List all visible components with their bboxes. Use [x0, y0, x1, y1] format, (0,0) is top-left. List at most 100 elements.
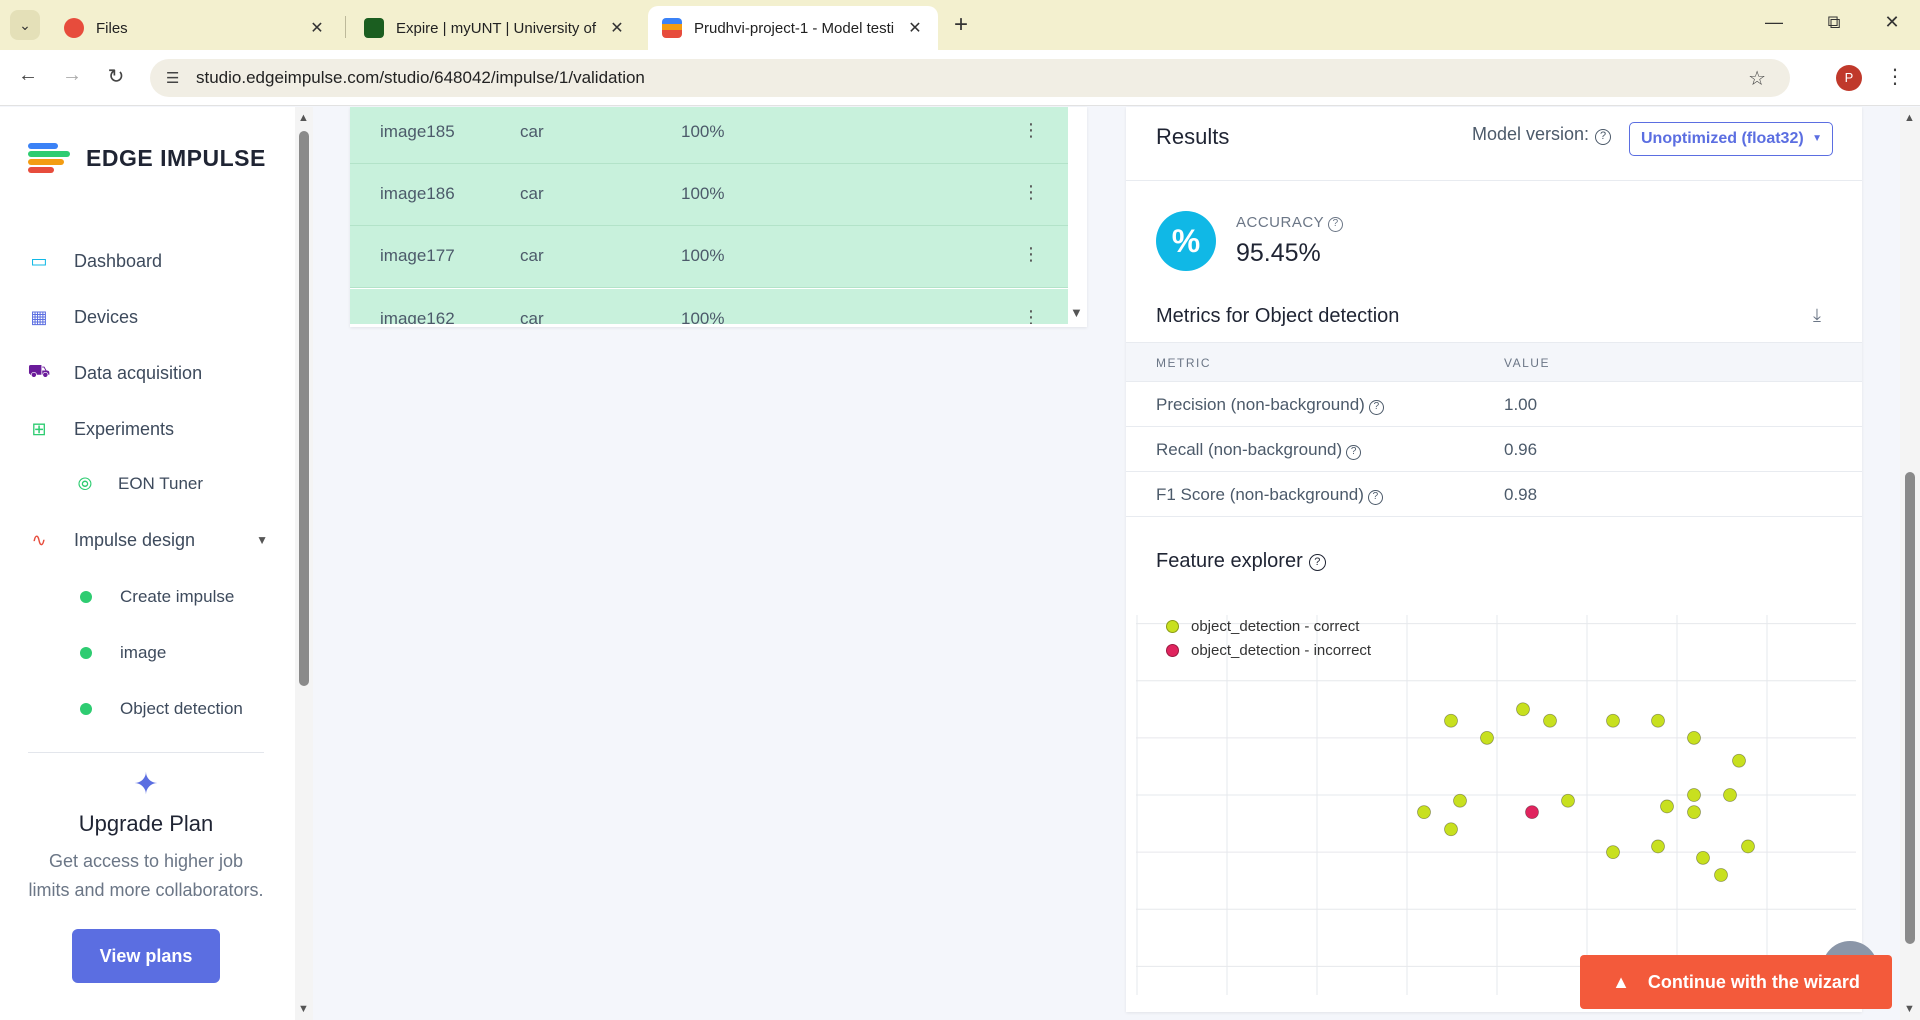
chevron-down-icon[interactable]: ▼	[256, 533, 268, 547]
scatter-point[interactable]	[1732, 753, 1746, 768]
edge-impulse-logo[interactable]: EDGE IMPULSE	[28, 141, 266, 175]
browser-tab-bar: ⌄ Files ✕ Expire | myUNT | University of…	[0, 0, 1920, 50]
upgrade-plan-panel: ✦ Upgrade Plan Get access to higher job …	[28, 767, 264, 983]
sidebar-scrollbar-thumb[interactable]	[299, 131, 309, 686]
legend-label: object_detection - correct	[1191, 617, 1360, 635]
sample-name: image185	[380, 122, 455, 141]
view-plans-button[interactable]: View plans	[72, 929, 220, 983]
help-icon[interactable]: ?	[1308, 554, 1326, 571]
sidebar-item-data-acquisition[interactable]: ⛟ Data acquisition	[28, 353, 268, 393]
minimize-icon[interactable]: —	[1762, 12, 1786, 33]
row-menu-icon[interactable]: ⋮	[1022, 182, 1040, 203]
new-tab-icon[interactable]: +	[948, 12, 974, 38]
continue-wizard-button[interactable]: ▲ Continue with the wizard	[1580, 955, 1892, 1009]
scroll-up-icon[interactable]: ▲	[298, 112, 309, 124]
status-dot-icon	[80, 647, 92, 659]
profile-avatar[interactable]: P	[1836, 65, 1862, 91]
row-menu-icon[interactable]: ⋮	[1022, 307, 1040, 324]
close-tab-icon[interactable]: ✕	[906, 18, 924, 38]
back-icon[interactable]: ←	[14, 64, 42, 87]
sample-accuracy: 100%	[681, 246, 725, 265]
model-version-select[interactable]: Unoptimized (float32) ▼	[1629, 122, 1833, 156]
sidebar-item-object-detection[interactable]: Object detection	[74, 689, 274, 729]
sparkle-icon: ✦	[133, 768, 159, 801]
sidebar-item-experiments[interactable]: ⊞ Experiments	[28, 409, 268, 449]
scatter-point[interactable]	[1651, 839, 1665, 854]
scatter-point[interactable]	[1444, 822, 1458, 837]
help-icon[interactable]: ?	[1346, 445, 1362, 460]
download-icon[interactable]: ⤓	[1813, 305, 1821, 326]
tab-separator	[345, 16, 346, 38]
sample-label: car	[520, 246, 544, 265]
scroll-up-icon[interactable]: ▲	[1904, 112, 1915, 124]
site-info-icon[interactable]: ☰	[166, 69, 186, 87]
sidebar-item-label: Impulse design	[74, 529, 196, 550]
scatter-point[interactable]	[1687, 788, 1701, 802]
scatter-point[interactable]	[1723, 788, 1737, 802]
url-text: studio.edgeimpulse.com/studio/648042/imp…	[196, 68, 645, 87]
scroll-down-icon[interactable]: ▼	[298, 1003, 309, 1015]
scatter-point[interactable]	[1444, 713, 1458, 728]
close-tab-icon[interactable]: ✕	[608, 18, 626, 38]
legend-swatch	[1166, 619, 1179, 633]
test-results-table[interactable]: image185 car 100% ⋮ image186 car 100% ⋮ …	[350, 107, 1068, 324]
scroll-down-icon[interactable]: ▼	[1904, 1003, 1915, 1015]
table-row[interactable]: image185 car 100% ⋮	[350, 107, 1068, 164]
sidebar-item-impulse-design[interactable]: ∿ Impulse design ▼	[28, 520, 268, 560]
bookmark-star-icon[interactable]: ☆	[1748, 66, 1766, 91]
legend-item-incorrect[interactable]: object_detection - incorrect	[1166, 638, 1371, 662]
reload-icon[interactable]: ↻	[102, 64, 130, 89]
help-icon[interactable]: ?	[1328, 217, 1344, 232]
scatter-point[interactable]	[1543, 713, 1557, 728]
scatter-point[interactable]	[1651, 713, 1665, 728]
scatter-point[interactable]	[1606, 713, 1620, 728]
scatter-point[interactable]	[1741, 839, 1755, 854]
metric-value: 0.96	[1504, 440, 1538, 459]
restore-icon[interactable]: ⧉	[1822, 12, 1846, 33]
row-menu-icon[interactable]: ⋮	[1022, 244, 1040, 265]
sidebar-item-eon-tuner[interactable]: ⦾ EON Tuner	[74, 464, 314, 504]
scatter-point[interactable]	[1696, 850, 1710, 865]
close-tab-icon[interactable]: ✕	[308, 18, 326, 38]
scatter-point[interactable]	[1606, 845, 1620, 860]
scatter-point[interactable]	[1417, 805, 1431, 820]
browser-tab-myunt[interactable]: Expire | myUNT | University of N ✕	[350, 6, 640, 50]
scatter-point[interactable]	[1516, 702, 1530, 717]
url-input[interactable]: ☰ studio.edgeimpulse.com/studio/648042/i…	[150, 59, 1790, 97]
scatter-point[interactable]	[1714, 868, 1728, 882]
close-window-icon[interactable]: ✕	[1880, 12, 1904, 33]
scatter-point[interactable]	[1480, 730, 1494, 745]
table-row[interactable]: image186 car 100% ⋮	[350, 164, 1068, 226]
scatter-point[interactable]	[1453, 793, 1467, 808]
chip-icon: ▦	[30, 306, 48, 327]
sidebar-item-devices[interactable]: ▦ Devices	[28, 297, 268, 337]
percent-icon: %	[1156, 211, 1216, 271]
chevron-down-icon: ▼	[1812, 133, 1822, 144]
row-menu-icon[interactable]: ⋮	[1022, 120, 1040, 141]
scatter-point[interactable]	[1687, 805, 1701, 820]
edge-impulse-favicon-icon	[662, 18, 682, 38]
scatter-point[interactable]	[1660, 799, 1674, 814]
help-icon[interactable]: ?	[1368, 400, 1384, 415]
browser-menu-icon[interactable]: ⋮	[1885, 64, 1905, 89]
scatter-point[interactable]	[1561, 793, 1575, 808]
forward-icon[interactable]: →	[58, 64, 86, 87]
browser-tab-files[interactable]: Files ✕	[50, 6, 340, 50]
scatter-point[interactable]	[1687, 730, 1701, 745]
page-scrollbar-thumb[interactable]	[1905, 472, 1915, 944]
browser-tab-edge-impulse[interactable]: Prudhvi-project-1 - Model testi ✕	[648, 6, 938, 50]
legend-item-correct[interactable]: object_detection - correct	[1166, 614, 1371, 638]
help-icon[interactable]: ?	[1595, 129, 1612, 145]
scatter-point[interactable]	[1525, 805, 1539, 820]
sidebar-item-dashboard[interactable]: ▭ Dashboard	[28, 241, 268, 281]
table-row[interactable]: image162 car 100% ⋮	[350, 289, 1068, 324]
sidebar-item-create-impulse[interactable]: Create impulse	[74, 577, 274, 617]
tab-search-button[interactable]: ⌄	[10, 10, 40, 40]
table-scroll-down-icon[interactable]: ▼	[1070, 305, 1083, 320]
chart-points	[1417, 702, 1755, 882]
sidebar-item-image[interactable]: image	[74, 633, 274, 673]
pulse-icon: ∿	[31, 529, 47, 550]
help-icon[interactable]: ?	[1367, 490, 1383, 505]
table-row[interactable]: image177 car 100% ⋮	[350, 226, 1068, 288]
unt-favicon-icon	[364, 18, 384, 38]
